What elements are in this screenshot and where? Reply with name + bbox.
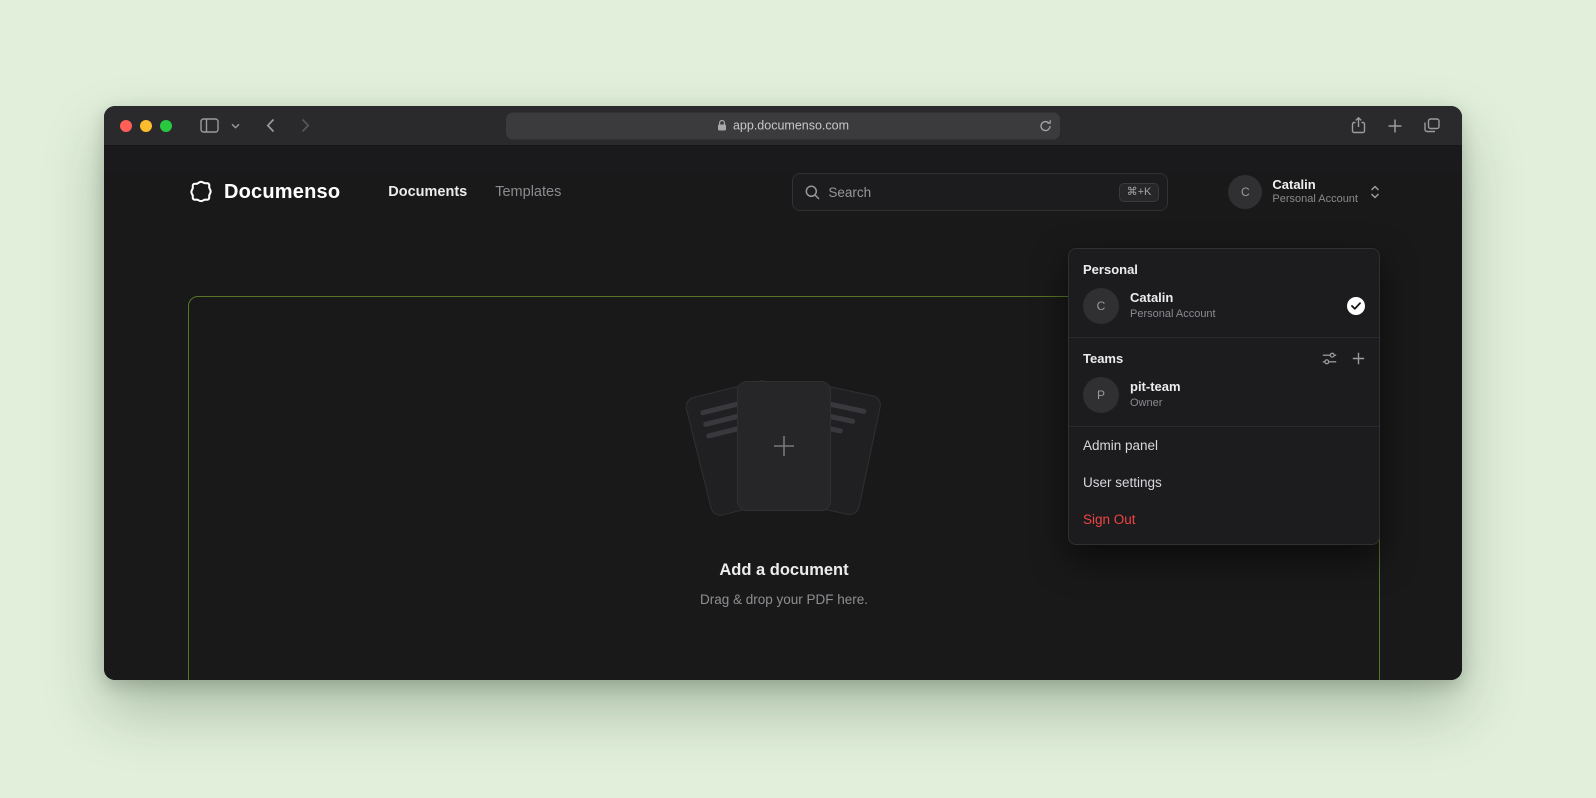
back-button[interactable] [260, 118, 281, 133]
share-button[interactable] [1345, 117, 1372, 134]
browser-toolbar: app.documenso.com [104, 106, 1462, 146]
minimize-window-button[interactable] [140, 120, 152, 132]
sliders-icon [1322, 352, 1337, 365]
chevron-right-icon [301, 118, 310, 133]
search-input[interactable] [828, 185, 1110, 200]
add-document-plus-icon [769, 431, 799, 461]
account-name: Catalin [1272, 177, 1358, 193]
plus-icon [1352, 352, 1365, 365]
tab-groups-chevron-button[interactable] [225, 123, 246, 129]
search-bar[interactable]: ⌘+K [792, 173, 1168, 211]
personal-account-name: Catalin [1130, 290, 1216, 307]
team-avatar: P [1083, 377, 1119, 413]
app-header: Documenso Documents Templates ⌘+K C Cata… [188, 172, 1380, 212]
documenso-logo-icon [188, 179, 214, 205]
create-team-button[interactable] [1352, 352, 1365, 365]
reload-button[interactable] [1039, 119, 1052, 132]
menu-item-admin-panel[interactable]: Admin panel [1069, 427, 1379, 464]
share-icon [1351, 117, 1366, 134]
team-item[interactable]: P pit-team Owner [1069, 375, 1379, 426]
teams-section-label: Teams [1083, 351, 1123, 366]
search-icon [805, 185, 820, 200]
url-text: app.documenso.com [733, 119, 849, 133]
chevron-up-down-icon [1370, 185, 1380, 199]
menu-item-user-settings[interactable]: User settings [1069, 464, 1379, 501]
search-shortcut-badge: ⌘+K [1119, 183, 1160, 202]
personal-section-label: Personal [1069, 249, 1379, 286]
brand-name: Documenso [224, 181, 340, 204]
tab-overview-button[interactable] [1418, 118, 1446, 133]
manage-teams-button[interactable] [1322, 352, 1337, 365]
documenso-app: Documenso Documents Templates ⌘+K C Cata… [104, 172, 1462, 680]
plus-icon [1388, 119, 1402, 133]
zoom-window-button[interactable] [160, 120, 172, 132]
sidebar-icon [200, 118, 219, 133]
team-name: pit-team [1130, 379, 1181, 396]
chevron-down-icon [231, 123, 240, 129]
reload-icon [1039, 119, 1052, 132]
account-subtitle: Personal Account [1272, 193, 1358, 207]
selected-check-icon [1347, 297, 1365, 315]
personal-account-item[interactable]: C Catalin Personal Account [1069, 286, 1379, 337]
forward-button[interactable] [295, 118, 316, 133]
team-role: Owner [1130, 396, 1181, 410]
main-nav: Documents Templates [388, 184, 561, 200]
account-dropdown-menu: Personal C Catalin Personal Account Team… [1068, 248, 1380, 545]
personal-account-subtitle: Personal Account [1130, 307, 1216, 321]
address-bar[interactable]: app.documenso.com [506, 112, 1060, 139]
lock-icon [717, 120, 727, 132]
close-window-button[interactable] [120, 120, 132, 132]
document-card-center [737, 381, 831, 511]
chevron-left-icon [266, 118, 275, 133]
window-controls [120, 120, 172, 132]
personal-account-avatar: C [1083, 288, 1119, 324]
sidebar-toggle-button[interactable] [194, 118, 225, 133]
new-tab-button[interactable] [1382, 119, 1408, 133]
tabs-icon [1424, 118, 1440, 133]
brand[interactable]: Documenso [188, 179, 340, 205]
document-stack-illustration [679, 377, 889, 527]
account-avatar: C [1228, 175, 1262, 209]
menu-item-sign-out[interactable]: Sign Out [1069, 501, 1379, 538]
teams-section-header: Teams [1069, 338, 1379, 375]
account-menu-trigger[interactable]: C Catalin Personal Account [1228, 175, 1380, 209]
nav-documents[interactable]: Documents [388, 184, 467, 200]
dropzone-subtitle: Drag & drop your PDF here. [700, 592, 868, 607]
nav-templates[interactable]: Templates [495, 184, 561, 200]
browser-window: app.documenso.com [104, 106, 1462, 680]
dropzone-title: Add a document [719, 561, 848, 580]
